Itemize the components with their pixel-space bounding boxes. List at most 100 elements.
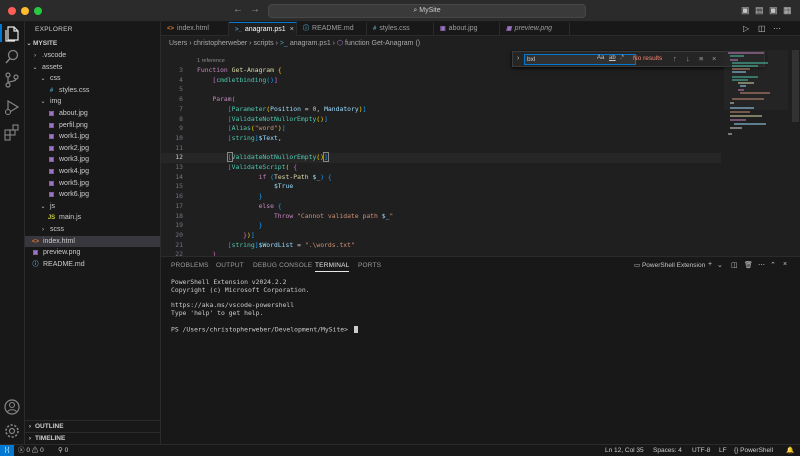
back-arrow-icon[interactable]: ← (233, 4, 243, 15)
breadcrumb-item[interactable]: function Get-Anagram () (345, 40, 420, 47)
tree-item-perfil-png[interactable]: ▣ perfil.png (25, 120, 160, 132)
gear-icon[interactable] (3, 422, 21, 440)
more-actions-icon[interactable]: ⋯ (773, 24, 781, 33)
workspace-root[interactable]: ⌄MYSITE (25, 38, 160, 50)
tree-item-work2-jpg[interactable]: ▣ work2.jpg (25, 143, 160, 155)
tree-item-index-html[interactable]: <> index.html (25, 235, 160, 248)
match-case-toggle[interactable]: Aa (597, 55, 604, 61)
tree-item-work3-jpg[interactable]: ▣ work3.jpg (25, 154, 160, 166)
breadcrumb-item[interactable]: anagram.ps1 (290, 40, 331, 47)
new-terminal-icon[interactable]: + (708, 261, 712, 268)
accounts-icon[interactable] (3, 398, 21, 416)
tree-item-work5-jpg[interactable]: ▣ work5.jpg (25, 178, 160, 190)
toggle-secondary-sidebar-icon[interactable]: ▣ (769, 5, 778, 16)
tree-item-assets[interactable]: ⌄ assets (25, 62, 160, 74)
remote-indicator-icon[interactable]: ⟩⟨ (0, 445, 14, 456)
terminal-icon: ▭ (634, 262, 641, 269)
source-control-icon[interactable] (3, 71, 21, 89)
minimize-window-button[interactable] (21, 7, 29, 15)
tree-item-readme-md[interactable]: ⓘ README.md (25, 259, 160, 271)
toggle-panel-icon[interactable]: ▤ (755, 5, 764, 16)
code-line: 15 $True (161, 182, 721, 192)
tree-item-about-jpg[interactable]: ▣ about.jpg (25, 108, 160, 120)
run-debug-icon[interactable] (3, 98, 21, 116)
tab-problems[interactable]: PROBLEMS (171, 262, 209, 269)
tab-about-jpg[interactable]: ▣ about.jpg (434, 22, 500, 36)
info-icon: ⓘ (303, 26, 310, 32)
tree-item-css[interactable]: ⌄ css (25, 73, 160, 85)
problems-status[interactable]: ⓧ 0 ⚠ 0 (18, 446, 44, 456)
find-in-selection-icon[interactable]: ≡ (699, 54, 703, 63)
trash-icon[interactable]: 🗑 (744, 261, 753, 269)
tab-index-html[interactable]: <> index.html (161, 22, 229, 36)
tab-readme-md[interactable]: ⓘ README.md (297, 22, 367, 36)
code-line: 9 [Alias("word")] (161, 124, 721, 134)
tab-styles-css[interactable]: # styles.css (367, 22, 434, 36)
breadcrumb-item[interactable]: christopherweber (194, 40, 248, 47)
tree-item-styles-css[interactable]: # styles.css (25, 85, 160, 97)
forward-arrow-icon[interactable]: → (250, 4, 260, 15)
end-of-line[interactable]: LF (719, 446, 727, 456)
previous-match-icon[interactable]: ↑ (673, 54, 677, 63)
tab-preview-png[interactable]: ▣ preview.png (500, 22, 570, 36)
maximize-window-button[interactable] (34, 7, 42, 15)
tab-anagram-ps1[interactable]: >_ anagram.ps1 × (229, 22, 297, 36)
terminal-selector[interactable]: ▭ PowerShell Extension (634, 261, 705, 269)
tree-item-preview-png[interactable]: ▣ preview.png (25, 247, 160, 259)
tree-item-img[interactable]: ⌄ img (25, 96, 160, 108)
run-icon[interactable]: ▷ (743, 24, 749, 33)
timeline-section[interactable]: › TIMELINE (25, 432, 160, 444)
extensions-icon[interactable] (3, 123, 21, 141)
tree-item-work1-jpg[interactable]: ▣ work1.jpg (25, 131, 160, 143)
customize-layout-icon[interactable]: ▦ (783, 5, 792, 16)
codelens-references[interactable]: 1 reference (197, 58, 225, 64)
indentation[interactable]: Spaces: 4 (653, 446, 682, 456)
terminal-line: Copyright (c) Microsoft Corporation. (171, 285, 310, 294)
line-number: 3 (179, 66, 183, 74)
outline-section[interactable]: › OUTLINE (25, 420, 160, 432)
tree-item-work4-jpg[interactable]: ▣ work4.jpg (25, 166, 160, 178)
encoding[interactable]: UTF-8 (692, 446, 710, 456)
explorer-icon[interactable] (3, 25, 21, 43)
tree-item-scss[interactable]: › scss (25, 224, 160, 236)
split-editor-icon[interactable]: ◫ (758, 24, 766, 33)
tree-item-label: work5.jpg (59, 179, 89, 187)
tree-item-js[interactable]: ⌄ js (25, 201, 160, 213)
next-match-icon[interactable]: ↓ (686, 54, 690, 63)
ports-status[interactable]: ⚲ 0 (58, 446, 68, 456)
close-icon[interactable]: × (783, 261, 787, 268)
image-file-icon: ▣ (506, 26, 512, 32)
notifications-icon[interactable]: 🔔 (786, 446, 794, 456)
cursor-position[interactable]: Ln 12, Col 35 (605, 446, 644, 456)
split-terminal-icon[interactable]: ◫ (731, 261, 738, 269)
command-center[interactable]: ⌕ MySite (268, 4, 586, 18)
close-window-button[interactable] (8, 7, 16, 15)
code-line: 21 [string]$WordList = ".\words.txt" (161, 241, 721, 251)
breadcrumb-item[interactable]: Users (169, 40, 187, 47)
code-editor[interactable]: 1 reference 3 Function Get-Anagram { 4 [c… (161, 50, 800, 256)
maximize-panel-icon[interactable]: ⌃ (770, 261, 776, 269)
toggle-replace-icon[interactable]: › (517, 55, 519, 62)
match-whole-word-toggle[interactable]: ab (609, 55, 616, 61)
tab-debug-console[interactable]: DEBUG CONSOLE (253, 262, 312, 269)
close-icon[interactable]: × (290, 26, 294, 33)
breadcrumb-item[interactable]: scripts (253, 40, 273, 47)
language-mode[interactable]: {} PowerShell (734, 446, 773, 456)
terminal-output[interactable]: PowerShell Extension v2024.2.2 Copyright … (171, 278, 358, 334)
tree-item-main-js[interactable]: JS main.js (25, 212, 160, 224)
minimap[interactable] (724, 50, 788, 256)
tree-item-work6-jpg[interactable]: ▣ work6.jpg (25, 189, 160, 201)
editor-scrollbar[interactable] (791, 50, 799, 256)
more-actions-icon[interactable]: ⋯ (758, 261, 765, 269)
use-regex-toggle[interactable]: .* (620, 55, 624, 61)
chevron-down-icon[interactable]: ⌄ (717, 261, 723, 269)
image-file-icon: ▣ (440, 26, 446, 32)
tab-ports[interactable]: PORTS (358, 262, 381, 269)
tree-item-label: work6.jpg (59, 191, 89, 199)
toggle-primary-sidebar-icon[interactable]: ▣ (741, 5, 750, 16)
close-icon[interactable]: × (712, 54, 716, 63)
tree-item--vscode[interactable]: › .vscode (25, 50, 160, 62)
search-icon[interactable] (3, 48, 21, 66)
tab-output[interactable]: OUTPUT (216, 262, 244, 269)
tab-terminal[interactable]: TERMINAL (315, 262, 350, 272)
